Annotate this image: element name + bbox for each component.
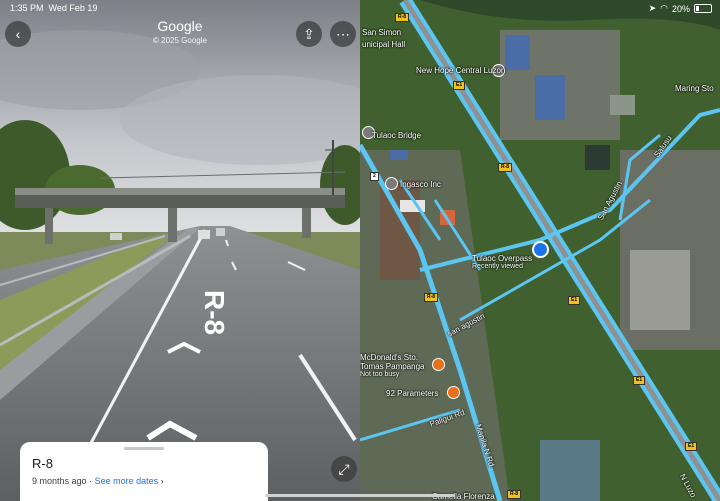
status-time-date: 1:35 PM Wed Feb 19 — [10, 3, 97, 13]
ingasco-pin-icon[interactable] — [385, 177, 398, 190]
mcdonalds-location: Tomas Pampanga — [360, 362, 425, 371]
shield-route-2: 2 — [370, 172, 379, 181]
shield-r8-c: R-8 — [424, 293, 439, 302]
shield-r8-b: R-8 — [498, 163, 513, 172]
expand-button[interactable]: ⤢ — [331, 456, 357, 482]
place-name: R-8 — [32, 456, 53, 471]
recently-viewed-tag: Recently viewed — [472, 263, 523, 270]
label-san-simon[interactable]: San Simon — [362, 28, 401, 37]
see-more-dates-link[interactable]: See more dates — [95, 476, 159, 486]
parameters-pin-icon[interactable] — [447, 386, 460, 399]
share-icon: ⇪ — [303, 25, 315, 42]
wifi-icon: ◠ — [660, 3, 668, 13]
battery-icon — [694, 4, 712, 13]
map-pane[interactable]: San Simon unicipal Hall New Hope Central… — [360, 0, 720, 501]
label-tulaoc-overpass[interactable]: Tulaoc Overpass Recently viewed — [472, 254, 532, 270]
mcdonalds-name: McDonald's Sto. — [360, 353, 418, 362]
label-92-parameters[interactable]: 92 Parameters — [386, 389, 438, 398]
battery-percent: 20% — [671, 3, 690, 14]
shield-r8-d: R-8 — [507, 490, 522, 499]
status-bar: 1:35 PM Wed Feb 19 ➤ ◠ 20% — [0, 0, 720, 16]
expand-icon: ⤢ — [338, 460, 350, 477]
mcdonalds-pin-icon[interactable] — [432, 358, 445, 371]
label-new-hope[interactable]: New Hope Central Luzon — [416, 66, 505, 75]
label-maring[interactable]: Maring Sto — [675, 84, 714, 93]
share-button[interactable]: ⇪ — [296, 21, 322, 47]
separator-dot: · — [89, 476, 93, 486]
shield-e1-b: E1 — [568, 296, 581, 305]
tulaoc-overpass-name: Tulaoc Overpass — [472, 254, 533, 263]
capture-age: 9 months ago — [32, 476, 87, 486]
current-location-icon[interactable] — [532, 241, 549, 258]
status-time: 1:35 PM — [10, 3, 44, 13]
shield-e1-c: E1 — [633, 376, 646, 385]
more-icon: ⋯ — [336, 25, 350, 42]
place-meta: 9 months ago · See more dates › — [32, 476, 164, 486]
home-indicator[interactable] — [265, 494, 455, 497]
street-view-image[interactable]: R-8 — [0, 0, 360, 501]
shield-e1-a: E1 — [453, 81, 466, 90]
more-button[interactable]: ⋯ — [330, 21, 356, 47]
label-ingasco[interactable]: Ingasco Inc — [400, 180, 441, 189]
status-icons: ➤ ◠ 20% — [649, 3, 712, 14]
drag-handle[interactable] — [124, 447, 164, 450]
label-municipal-hall[interactable]: unicipal Hall — [362, 40, 405, 49]
road-marking-r8: R-8 — [199, 290, 230, 335]
busyness-tag: Not too busy — [360, 371, 400, 378]
status-date: Wed Feb 19 — [48, 3, 98, 13]
chevron-right-icon: › — [160, 476, 164, 486]
location-arrow-icon: ➤ — [648, 3, 657, 13]
shield-e1-d: E1 — [685, 442, 698, 451]
street-view-pane[interactable]: R-8 ‹ Google © 2025 Google ⇪ ⋯ R-8 9 mon… — [0, 0, 360, 501]
label-mcdonalds[interactable]: McDonald's Sto. Tomas Pampanga Not too b… — [360, 353, 424, 378]
label-tulaoc-bridge[interactable]: Tulaoc Bridge — [372, 131, 421, 140]
place-card[interactable]: R-8 9 months ago · See more dates › — [20, 442, 268, 501]
